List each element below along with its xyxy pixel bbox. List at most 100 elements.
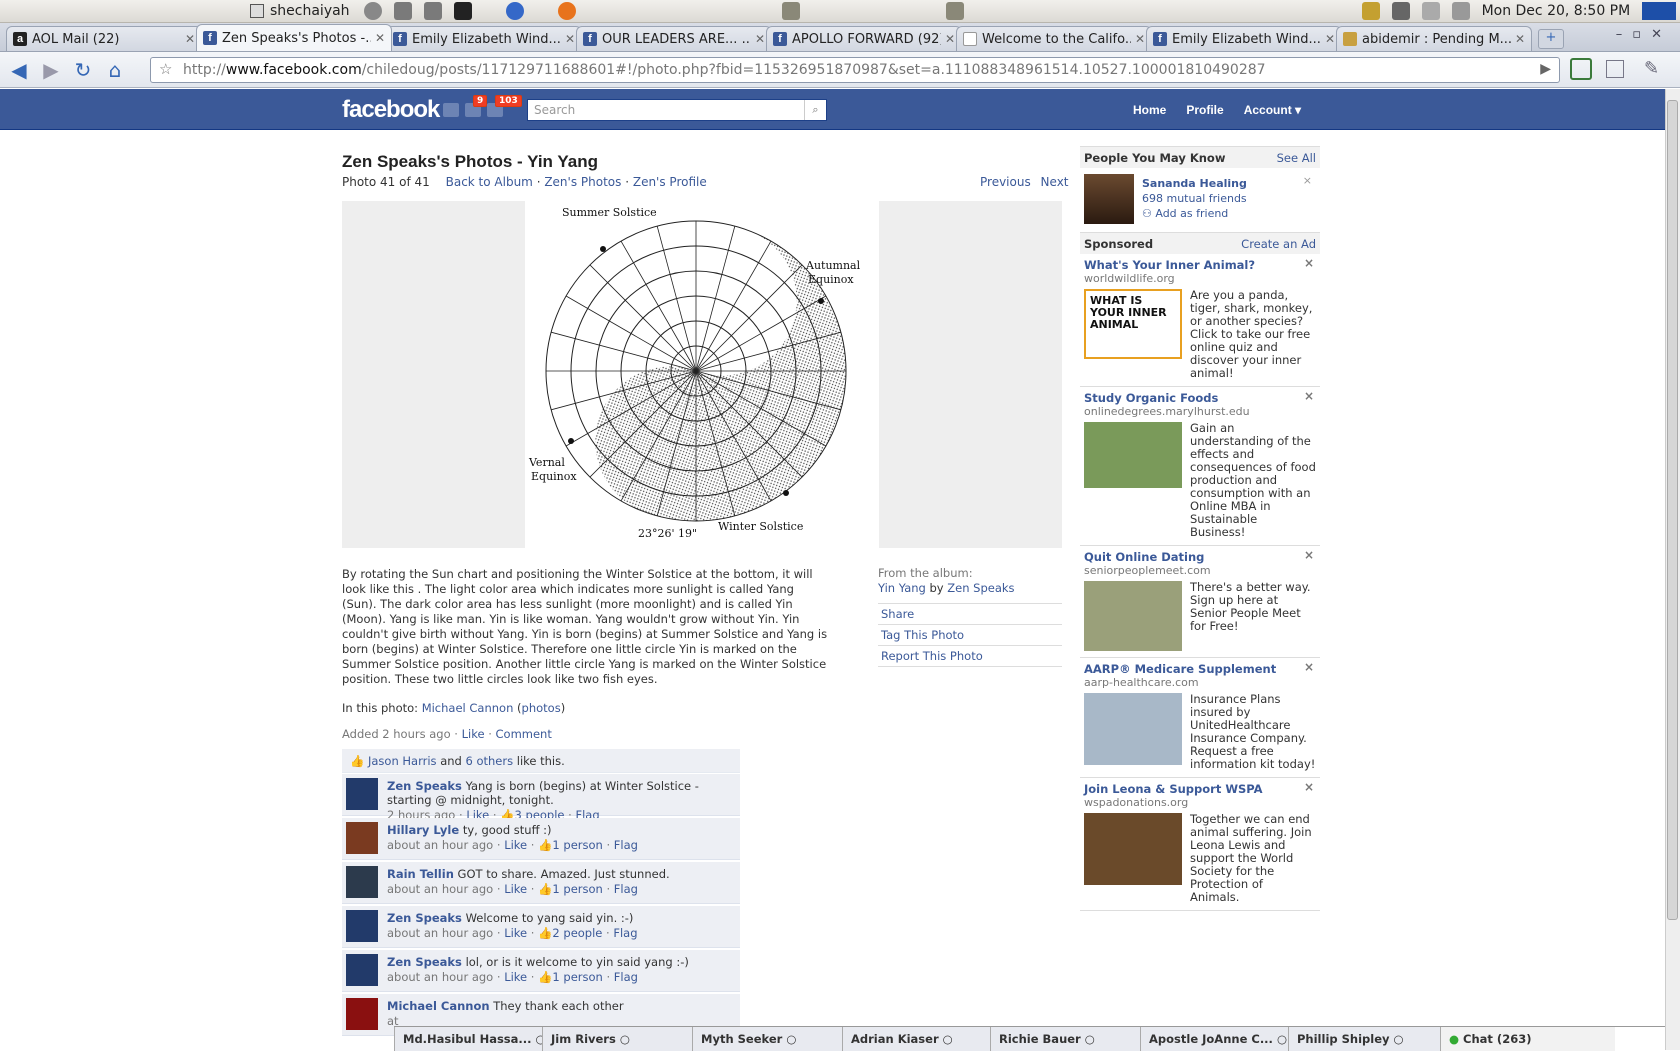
nav-profile[interactable]: Profile bbox=[1176, 103, 1233, 117]
share-link[interactable]: Share bbox=[878, 604, 1062, 625]
notifications-icon[interactable]: 103 bbox=[487, 95, 522, 117]
comment-like-link[interactable]: Like bbox=[504, 838, 527, 852]
nav-home[interactable]: Home bbox=[1123, 103, 1176, 117]
close-icon[interactable]: × bbox=[1304, 780, 1314, 794]
power-icon[interactable] bbox=[363, 2, 382, 20]
flag-link[interactable]: Flag bbox=[614, 970, 638, 984]
mail-icon[interactable] bbox=[1421, 2, 1440, 20]
ad-title[interactable]: Quit Online Dating bbox=[1084, 550, 1316, 564]
avatar[interactable] bbox=[346, 954, 378, 986]
close-icon[interactable]: ✕ bbox=[1515, 32, 1525, 46]
add-friend-link[interactable]: ⚇ Add as friend bbox=[1142, 206, 1247, 221]
commenter-link[interactable]: Zen Speaks bbox=[387, 955, 462, 969]
extension-icon[interactable] bbox=[1570, 58, 1592, 80]
star-icon[interactable]: ☆ bbox=[159, 60, 172, 78]
firefox-icon[interactable] bbox=[557, 2, 576, 20]
forward-button[interactable]: ▶ bbox=[38, 57, 64, 83]
close-icon[interactable]: × bbox=[1303, 174, 1312, 187]
chat-main-tab[interactable]: ● Chat (263) bbox=[1440, 1027, 1615, 1051]
config-icon[interactable] bbox=[423, 2, 442, 20]
flag-link[interactable]: Flag bbox=[614, 838, 638, 852]
close-icon[interactable]: ✕ bbox=[945, 32, 955, 46]
ad-image[interactable] bbox=[1084, 581, 1182, 651]
tab-aol-mail[interactable]: a AOL Mail (22) ✕ bbox=[6, 26, 202, 51]
see-all-link[interactable]: See All bbox=[1277, 151, 1316, 165]
avatar[interactable] bbox=[346, 778, 378, 810]
ad-title[interactable]: Join Leona & Support WSPA bbox=[1084, 782, 1316, 796]
close-icon[interactable]: × bbox=[1304, 256, 1314, 270]
address-bar[interactable]: ☆ http://www.facebook.com/chiledoug/post… bbox=[150, 57, 1560, 83]
settings-icon[interactable] bbox=[393, 2, 412, 20]
comment-likes-count[interactable]: 👍1 person bbox=[538, 838, 603, 852]
album-link[interactable]: Yin Yang bbox=[878, 581, 926, 595]
facebook-logo[interactable]: facebook bbox=[342, 96, 440, 124]
chat-friend-tab[interactable]: Myth Seeker ○ bbox=[692, 1027, 842, 1051]
liker-link[interactable]: Jason Harris bbox=[368, 754, 437, 768]
tagged-photos-link[interactable]: photos bbox=[522, 701, 561, 715]
ad-image[interactable] bbox=[1084, 422, 1182, 488]
chromium-icon[interactable] bbox=[505, 2, 524, 20]
tab-welcome[interactable]: Welcome to the Califo... ✕ bbox=[956, 26, 1152, 51]
volume-icon[interactable] bbox=[1391, 2, 1410, 20]
close-icon[interactable]: ✕ bbox=[375, 31, 385, 45]
comment-like-link[interactable]: Like bbox=[504, 970, 527, 984]
chat-friend-tab[interactable]: Adrian Kiaser ○ bbox=[842, 1027, 990, 1051]
ad-image[interactable] bbox=[1084, 693, 1182, 765]
tab-emily-2[interactable]: f Emily Elizabeth Wind... ✕ bbox=[1146, 26, 1342, 51]
messages-icon[interactable]: 9 bbox=[465, 95, 488, 117]
commenter-link[interactable]: Zen Speaks bbox=[387, 911, 462, 925]
commenter-link[interactable]: Michael Cannon bbox=[387, 999, 490, 1013]
avatar[interactable] bbox=[346, 998, 378, 1030]
ad-title[interactable]: AARP® Medicare Supplement bbox=[1084, 662, 1316, 676]
close-icon[interactable]: × bbox=[1304, 548, 1314, 562]
ad-image[interactable] bbox=[1084, 813, 1182, 885]
wrench-icon[interactable]: ✎ bbox=[1644, 58, 1659, 79]
chat-friend-tab[interactable]: Phillip Shipley ○ bbox=[1288, 1027, 1440, 1051]
tagged-person-link[interactable]: Michael Cannon bbox=[422, 701, 514, 715]
close-icon[interactable]: × bbox=[1304, 660, 1314, 674]
printer-icon[interactable] bbox=[1451, 2, 1470, 20]
commenter-link[interactable]: Zen Speaks bbox=[387, 779, 462, 793]
nav-account[interactable]: Account ▾ bbox=[1234, 103, 1311, 117]
comment-likes-count[interactable]: 👍1 person bbox=[538, 882, 603, 896]
chat-friend-tab[interactable]: Richie Bauer ○ bbox=[990, 1027, 1140, 1051]
mutual-friends-link[interactable]: 698 mutual friends bbox=[1142, 191, 1247, 206]
chat-friend-tab[interactable]: Apostle JoAnne C... ○ bbox=[1140, 1027, 1288, 1051]
terminal-icon[interactable] bbox=[453, 2, 472, 20]
flag-link[interactable]: Flag bbox=[613, 926, 637, 940]
zens-photos-link[interactable]: Zen's Photos bbox=[544, 175, 621, 189]
display-icon[interactable] bbox=[1361, 2, 1380, 20]
friend-requests-icon[interactable] bbox=[443, 103, 459, 117]
ad-title[interactable]: What's Your Inner Animal? bbox=[1084, 258, 1316, 272]
avatar[interactable] bbox=[1084, 174, 1134, 224]
window-controls[interactable]: –▫✕ bbox=[1616, 27, 1672, 42]
page-menu-icon[interactable] bbox=[1606, 60, 1624, 78]
commenter-link[interactable]: Rain Tellin bbox=[387, 867, 454, 881]
back-button[interactable]: ◀ bbox=[6, 57, 32, 83]
new-tab-button[interactable]: + bbox=[1538, 29, 1564, 49]
ad-image[interactable]: WHAT IS YOUR INNER ANIMAL bbox=[1084, 289, 1182, 359]
window-list-icon[interactable] bbox=[250, 4, 264, 18]
close-icon[interactable]: × bbox=[1304, 389, 1314, 403]
close-icon[interactable]: ✕ bbox=[755, 32, 765, 46]
tab-zen-photos[interactable]: f Zen Speaks's Photos -... ✕ bbox=[196, 24, 392, 51]
search-icon[interactable]: ⌕ bbox=[804, 100, 826, 120]
like-link[interactable]: Like bbox=[462, 727, 485, 741]
flag-link[interactable]: Flag bbox=[614, 882, 638, 896]
tag-photo-link[interactable]: Tag This Photo bbox=[878, 625, 1062, 646]
chat-friend-tab[interactable]: Md.Hasibul Hassa...○ bbox=[394, 1027, 542, 1051]
search-input[interactable]: Search ⌕ bbox=[527, 99, 827, 121]
zens-profile-link[interactable]: Zen's Profile bbox=[633, 175, 707, 189]
avatar[interactable] bbox=[346, 910, 378, 942]
comment-like-link[interactable]: Like bbox=[504, 882, 527, 896]
network-monitor-icon[interactable] bbox=[1642, 2, 1677, 20]
photo[interactable]: Summer Solstice Autumnal Equinox Vernal … bbox=[525, 201, 879, 548]
avatar[interactable] bbox=[346, 822, 378, 854]
tab-apollo[interactable]: f APOLLO FORWARD (92) ✕ bbox=[766, 26, 962, 51]
back-to-album-link[interactable]: Back to Album bbox=[446, 175, 533, 189]
report-photo-link[interactable]: Report This Photo bbox=[878, 646, 1062, 667]
scrollbar-thumb[interactable] bbox=[1667, 100, 1678, 920]
avatar[interactable] bbox=[346, 866, 378, 898]
close-icon[interactable]: ✕ bbox=[1135, 32, 1145, 46]
tab-our-leaders[interactable]: f OUR LEADERS ARE... ... ✕ bbox=[576, 26, 772, 51]
